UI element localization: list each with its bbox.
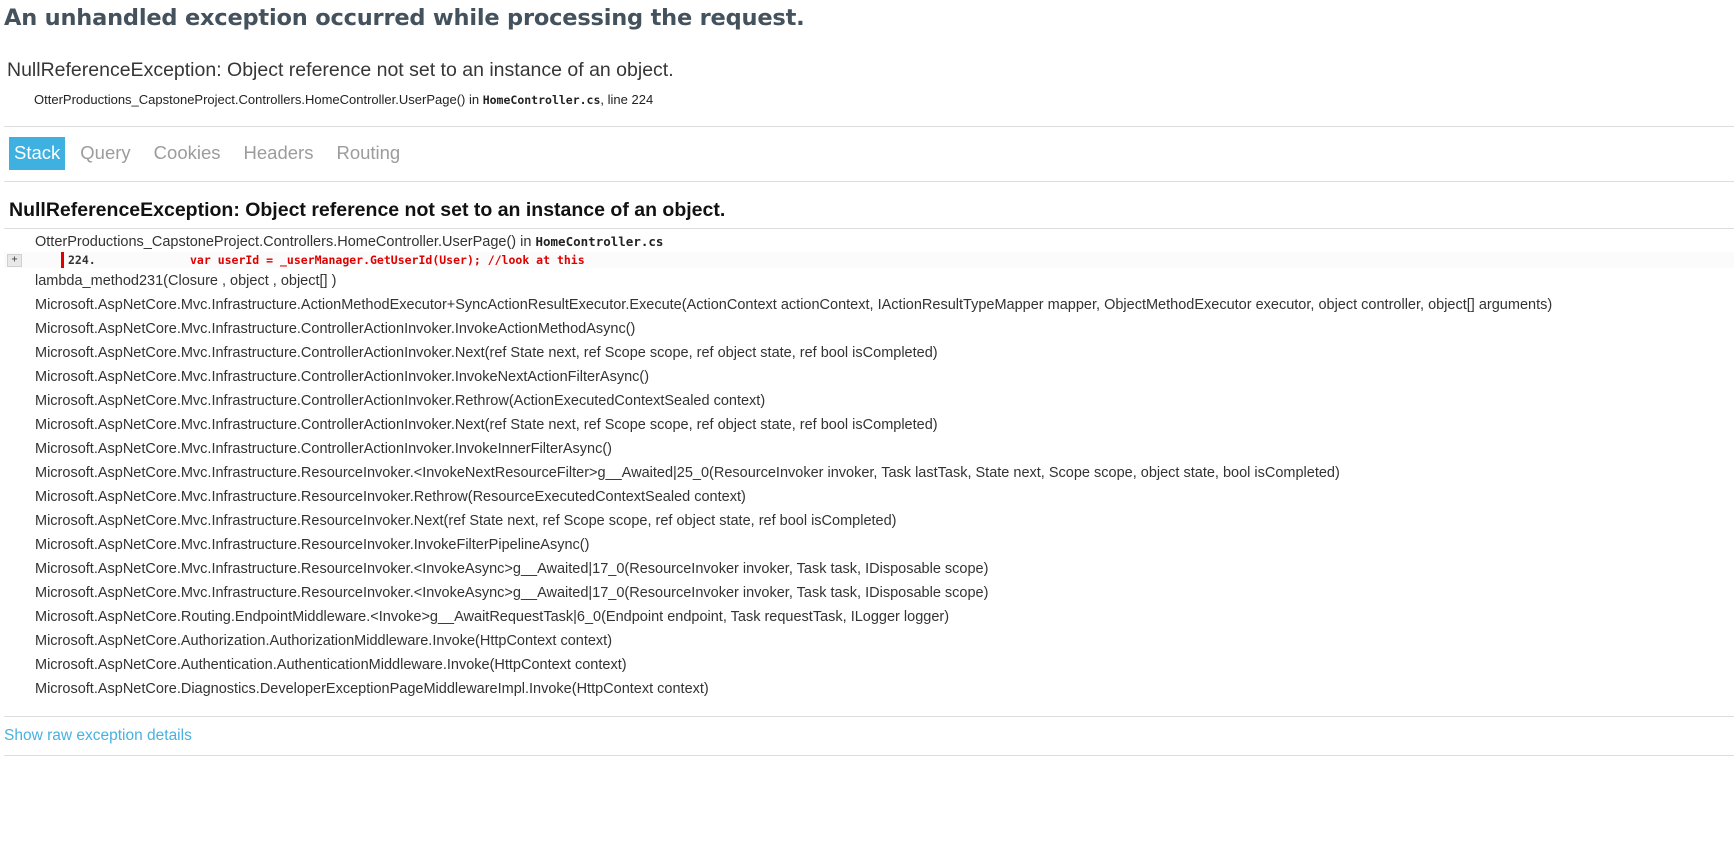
location-line: , line 224 [600, 92, 654, 107]
frame-method: OtterProductions_CapstoneProject.Control… [35, 234, 536, 250]
tab-headers[interactable]: Headers [237, 137, 321, 170]
location-file: HomeController.cs [482, 93, 601, 107]
error-line-marker [61, 252, 64, 268]
stack-frame: Microsoft.AspNetCore.Mvc.Infrastructure.… [35, 369, 650, 385]
stack-frame-first: OtterProductions_CapstoneProject.Control… [35, 233, 663, 251]
stack-frame: Microsoft.AspNetCore.Mvc.Infrastructure.… [35, 465, 1340, 481]
page-title: An unhandled exception occurred while pr… [4, 5, 805, 31]
stack-frame: Microsoft.AspNetCore.Mvc.Infrastructure.… [35, 393, 766, 409]
stack-frame: Microsoft.AspNetCore.Mvc.Infrastructure.… [35, 585, 989, 601]
tab-stack[interactable]: Stack [9, 137, 66, 170]
location-method: OtterProductions_CapstoneProject.Control… [34, 92, 483, 107]
source-code-row: + 224. var userId = _userManager.GetUser… [4, 252, 1734, 268]
tab-query[interactable]: Query [73, 137, 137, 170]
stack-frame: Microsoft.AspNetCore.Mvc.Infrastructure.… [35, 297, 1553, 313]
code-line-number: 224. [68, 253, 96, 267]
exception-location: OtterProductions_CapstoneProject.Control… [34, 92, 653, 107]
stack-frame: Microsoft.AspNetCore.Mvc.Infrastructure.… [35, 417, 938, 433]
divider [4, 228, 1734, 229]
stack-frame: Microsoft.AspNetCore.Authorization.Autho… [35, 633, 613, 649]
stack-frame: Microsoft.AspNetCore.Mvc.Infrastructure.… [35, 441, 612, 457]
divider [4, 716, 1734, 717]
stack-frame: Microsoft.AspNetCore.Mvc.Infrastructure.… [35, 345, 938, 361]
stack-frame: Microsoft.AspNetCore.Mvc.Infrastructure.… [35, 537, 590, 553]
stack-frame: Microsoft.AspNetCore.Mvc.Infrastructure.… [35, 321, 636, 337]
divider [4, 755, 1734, 756]
stack-frame: Microsoft.AspNetCore.Diagnostics.Develop… [35, 681, 709, 697]
stack-title: NullReferenceException: Object reference… [9, 199, 726, 221]
show-raw-exception-link[interactable]: Show raw exception details [4, 727, 192, 745]
stack-frame: Microsoft.AspNetCore.Mvc.Infrastructure.… [35, 561, 989, 577]
stack-frame: Microsoft.AspNetCore.Mvc.Infrastructure.… [35, 489, 746, 505]
frame-file: HomeController.cs [535, 234, 664, 249]
tab-bar: Stack Query Cookies Headers Routing [9, 137, 416, 170]
divider [4, 126, 1734, 127]
divider [4, 181, 1734, 182]
exception-summary: NullReferenceException: Object reference… [7, 59, 674, 81]
expand-source-button[interactable]: + [7, 254, 22, 267]
tab-routing[interactable]: Routing [329, 137, 407, 170]
code-line-text: var userId = _userManager.GetUserId(User… [190, 253, 585, 267]
stack-frame: Microsoft.AspNetCore.Routing.EndpointMid… [35, 609, 950, 625]
stack-frame: Microsoft.AspNetCore.Authentication.Auth… [35, 657, 627, 673]
stack-frame: lambda_method231(Closure , object , obje… [35, 273, 337, 289]
tab-cookies[interactable]: Cookies [147, 137, 228, 170]
stack-frame: Microsoft.AspNetCore.Mvc.Infrastructure.… [35, 513, 897, 529]
